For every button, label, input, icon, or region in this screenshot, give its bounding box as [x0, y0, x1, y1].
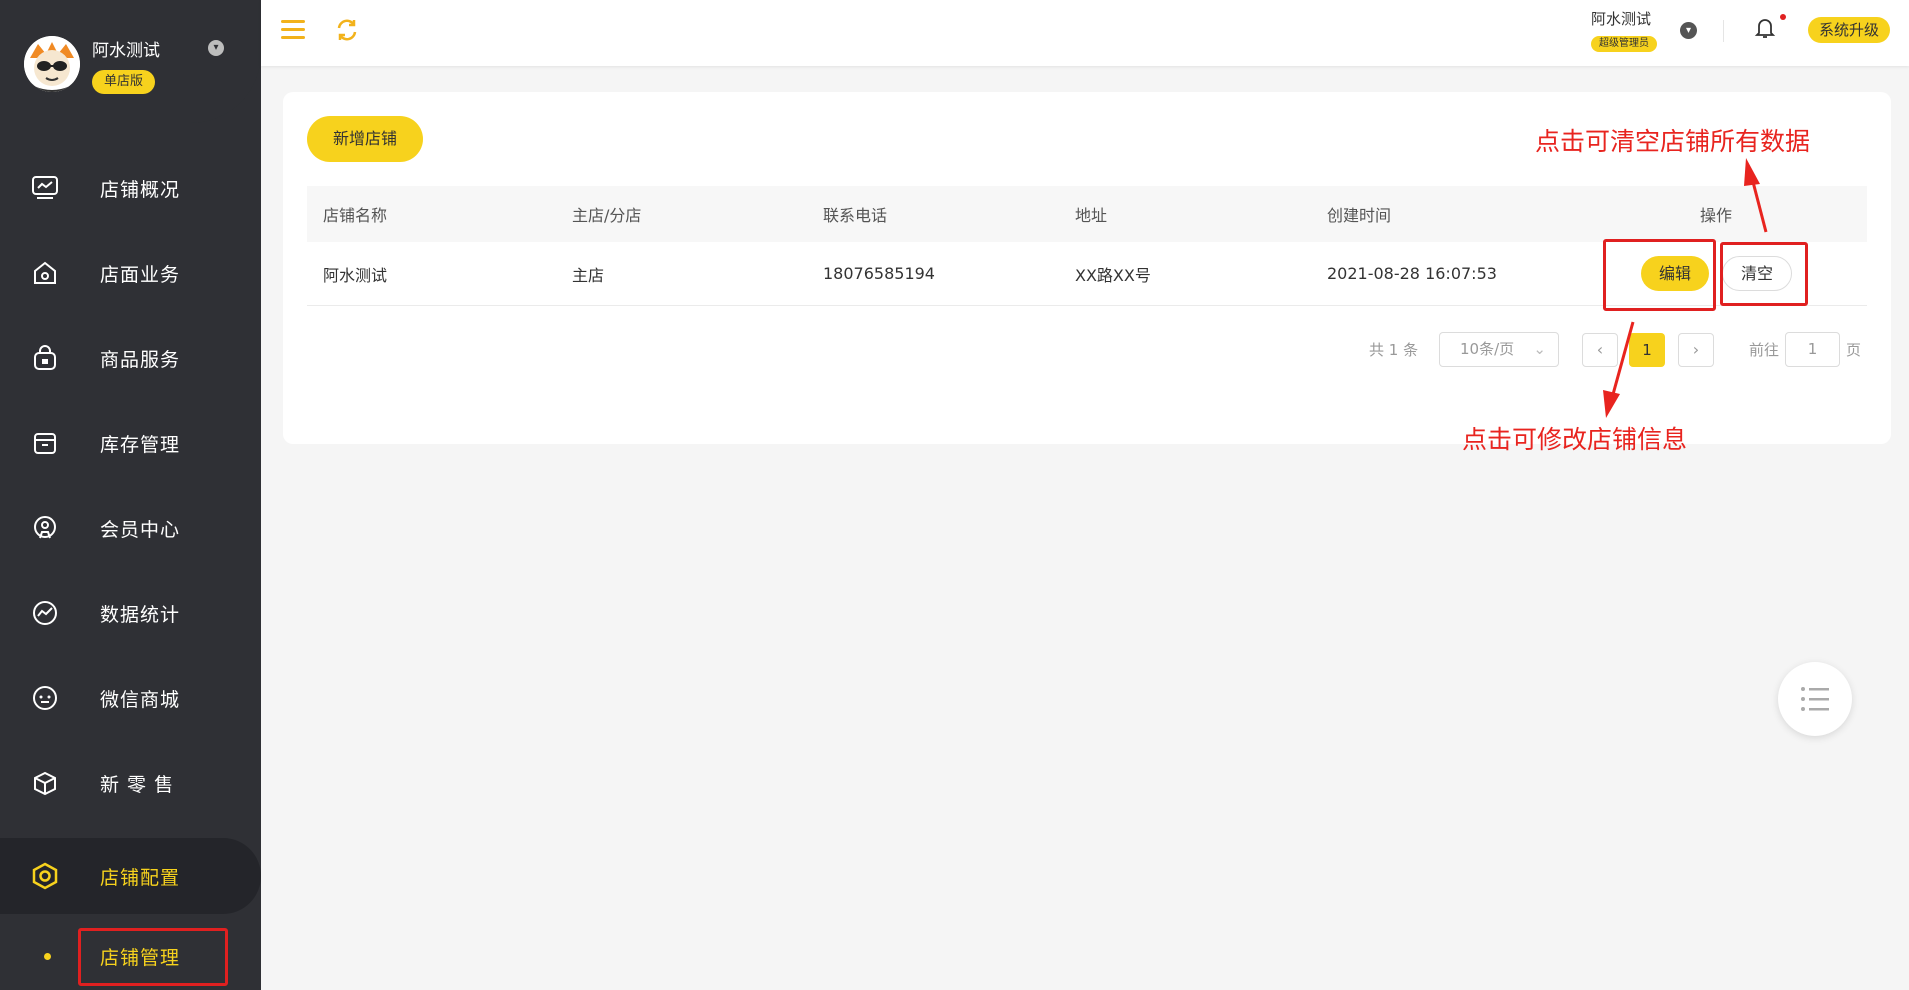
header-divider: [1723, 20, 1724, 42]
sidebar-item-label: 店铺概况: [100, 178, 181, 201]
sidebar-item-inventory[interactable]: 库存管理: [0, 413, 261, 473]
member-icon: [30, 513, 60, 543]
monitor-chart-icon: [30, 173, 60, 203]
sidebar-item-new-retail[interactable]: 新 零 售: [0, 753, 261, 813]
home-icon: [30, 258, 60, 288]
bell-icon[interactable]: [1754, 16, 1776, 40]
sidebar-item-label: 库存管理: [100, 433, 181, 456]
goto-label: 前往: [1749, 341, 1780, 359]
current-page-button[interactable]: 1: [1629, 333, 1665, 367]
store-type-cell: 主店: [572, 265, 605, 285]
chat-face-icon: [30, 683, 60, 713]
sidebar-item-statistics[interactable]: 数据统计: [0, 583, 261, 643]
brand-name: 阿水测试: [92, 41, 160, 61]
archive-icon: [30, 428, 60, 458]
column-header: 联系电话: [823, 206, 888, 225]
chevron-down-icon[interactable]: ▾: [1680, 22, 1697, 39]
box-icon: [30, 768, 60, 798]
top-header: 阿水测试 超级管理员 ▾ 系统升级: [261, 0, 1909, 66]
created-time-cell: 2021-08-28 16:07:53: [1327, 264, 1497, 283]
sidebar-item-label: 会员中心: [100, 518, 181, 541]
page-unit-label: 页: [1846, 341, 1862, 359]
user-role-badge: 超级管理员: [1591, 36, 1657, 52]
trend-chart-icon: [30, 598, 60, 628]
sidebar-item-member-center[interactable]: 会员中心: [0, 498, 261, 558]
prev-page-button[interactable]: ‹: [1582, 333, 1618, 367]
address-cell: XX路XX号: [1075, 265, 1151, 285]
page-size-select[interactable]: 10条/页 ⌄: [1439, 332, 1559, 367]
avatar[interactable]: [24, 36, 80, 92]
sidebar-item-label: 新 零 售: [100, 773, 175, 796]
chevron-down-icon: ⌄: [1533, 340, 1546, 358]
store-name-cell: 阿水测试: [323, 265, 388, 285]
pagination-total: 共 1 条: [1369, 341, 1419, 359]
sidebar-item-store-business[interactable]: 店面业务: [0, 243, 261, 303]
sidebar: 阿水测试 单店版 ▾ 店铺概况 店面业务 商品服务 库存管理 会员中心 数据统计…: [0, 0, 261, 990]
sidebar-item-label: 店铺配置: [100, 866, 181, 889]
sidebar-item-label: 商品服务: [100, 348, 181, 371]
annotation-highlight-box: [78, 928, 228, 986]
chevron-down-icon[interactable]: ▾: [208, 40, 224, 56]
system-upgrade-button[interactable]: 系统升级: [1808, 17, 1890, 43]
sidebar-item-label: 微信商城: [100, 688, 181, 711]
sidebar-item-label: 数据统计: [100, 603, 181, 626]
column-header: 创建时间: [1327, 206, 1392, 225]
header-user-name: 阿水测试: [1591, 10, 1652, 28]
sidebar-item-store-config[interactable]: 店铺配置: [0, 838, 261, 914]
sidebar-item-goods-service[interactable]: 商品服务: [0, 328, 261, 388]
column-header: 地址: [1075, 206, 1108, 225]
annotation-edit-note: 点击可修改店铺信息: [1462, 425, 1688, 454]
sidebar-item-store-overview[interactable]: 店铺概况: [0, 158, 261, 218]
floating-list-button[interactable]: [1778, 662, 1852, 736]
settings-hex-icon: [30, 861, 60, 891]
annotation-highlight-box: [1720, 242, 1808, 306]
list-icon: [1801, 687, 1829, 711]
column-header: 操作: [1700, 206, 1733, 225]
sidebar-item-wechat-mall[interactable]: 微信商城: [0, 668, 261, 728]
annotation-clear-note: 点击可清空店铺所有数据: [1535, 127, 1811, 156]
column-header: 店铺名称: [323, 206, 388, 225]
next-page-button[interactable]: ›: [1678, 333, 1714, 367]
annotation-highlight-box: [1603, 239, 1716, 311]
goto-page-input[interactable]: 1: [1785, 332, 1840, 367]
refresh-icon[interactable]: [334, 17, 360, 43]
table-header: 店铺名称 主店/分店 联系电话 地址 创建时间 操作: [307, 186, 1867, 242]
sidebar-item-label: 店面业务: [100, 263, 181, 286]
active-indicator-dot: [44, 953, 51, 960]
menu-toggle-icon[interactable]: [281, 20, 305, 40]
notification-dot: [1780, 14, 1786, 20]
edition-badge: 单店版: [92, 70, 156, 94]
page-size-value: 10条/页: [1460, 340, 1515, 358]
bag-icon: [30, 343, 60, 373]
column-header: 主店/分店: [572, 206, 642, 225]
phone-cell: 18076585194: [823, 264, 935, 283]
add-store-button[interactable]: 新增店铺: [307, 116, 423, 162]
